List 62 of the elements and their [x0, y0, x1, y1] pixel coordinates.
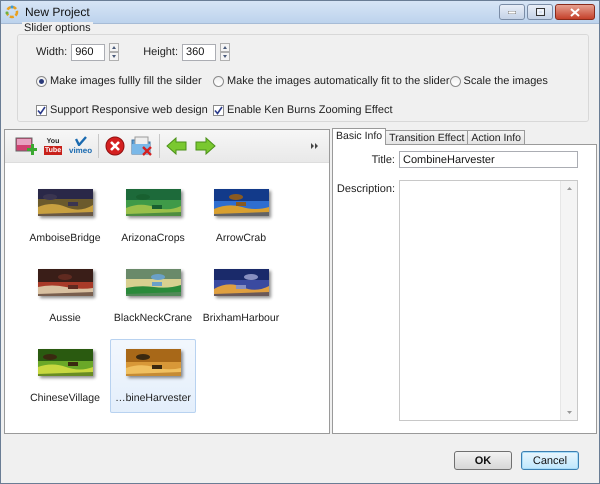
- maximize-icon: [536, 8, 544, 16]
- right-arrow-icon[interactable]: [194, 136, 216, 156]
- spinner-arrows-icon[interactable]: [109, 43, 120, 61]
- image-name: ArrowCrab: [216, 232, 266, 244]
- field-label: Width:: [36, 46, 68, 58]
- image-item[interactable]: BrixhamHarbour: [198, 259, 284, 333]
- dialog-button[interactable]: OK: [454, 451, 512, 470]
- field-label: Description:: [336, 182, 395, 197]
- overflow-chevron-icon[interactable]: [311, 143, 319, 149]
- image-name: BrixhamHarbour: [202, 312, 280, 324]
- close-icon: [570, 8, 580, 16]
- vimeo-logo-icon[interactable]: vimeo: [69, 136, 92, 156]
- description-field[interactable]: [399, 180, 578, 421]
- image-item[interactable]: ArrowCrab: [198, 179, 284, 253]
- minimize-icon: [508, 10, 516, 14]
- checkbox-label: Support Responsive web design: [50, 104, 208, 116]
- image-name: ChineseVillage: [30, 392, 100, 404]
- checkbox[interactable]: [213, 104, 224, 116]
- check-mark-icon: [74, 136, 87, 146]
- dialog-button[interactable]: Cancel: [521, 451, 579, 470]
- group-title: Slider options: [22, 22, 93, 34]
- radio-button[interactable]: [450, 76, 461, 86]
- radio-label: Scale the images: [464, 75, 548, 87]
- field-label: Title:: [370, 153, 395, 168]
- window-title: New Project: [25, 5, 90, 19]
- image-name: BlackNeckCrane: [114, 312, 192, 324]
- minimize-button[interactable]: [499, 4, 525, 20]
- tab[interactable]: Action Info: [467, 130, 526, 145]
- image-item[interactable]: ArizonaCrops: [110, 179, 196, 253]
- image-item[interactable]: ChineseVillage: [22, 339, 108, 413]
- close-button[interactable]: [555, 4, 595, 20]
- image-name: …bineHarvester: [115, 392, 191, 404]
- radio-button[interactable]: [36, 76, 47, 86]
- radio-label: Make the images automatically fit to the slider: [227, 75, 450, 87]
- left-arrow-icon[interactable]: [166, 136, 188, 156]
- image-item[interactable]: AmboiseBridge: [22, 179, 108, 253]
- image-name: Aussie: [49, 312, 81, 324]
- delete-folder-icon[interactable]: [131, 136, 154, 156]
- spinner-arrows-icon[interactable]: [220, 43, 230, 61]
- image-item[interactable]: Aussie: [22, 259, 108, 333]
- height-field[interactable]: 360: [182, 44, 216, 60]
- tab[interactable]: Transition Effect: [385, 130, 468, 145]
- maximize-button[interactable]: [527, 4, 553, 20]
- image-item[interactable]: …bineHarvester: [110, 339, 196, 413]
- checkbox-label: Enable Ken Burns Zooming Effect: [227, 104, 393, 116]
- image-item[interactable]: BlackNeckCrane: [110, 259, 196, 333]
- tab[interactable]: Basic Info: [332, 128, 386, 145]
- image-name: ArizonaCrops: [121, 232, 185, 244]
- app-logo-icon: [5, 5, 19, 19]
- add-image-icon[interactable]: [15, 136, 37, 156]
- field-label: Height:: [143, 46, 178, 58]
- width-field[interactable]: 960: [71, 44, 106, 60]
- scroll-up-icon[interactable]: [566, 187, 572, 190]
- checkbox[interactable]: [36, 104, 47, 116]
- delete-icon[interactable]: [105, 136, 126, 156]
- logo-text: vimeo: [69, 146, 92, 156]
- image-name: AmboiseBridge: [29, 232, 101, 244]
- scrollbar[interactable]: [560, 181, 577, 420]
- title-field[interactable]: CombineHarvester: [399, 151, 578, 168]
- radio-button[interactable]: [213, 76, 224, 86]
- radio-label: Make images fullly fill the silder: [50, 75, 202, 87]
- scroll-down-icon[interactable]: [566, 411, 572, 414]
